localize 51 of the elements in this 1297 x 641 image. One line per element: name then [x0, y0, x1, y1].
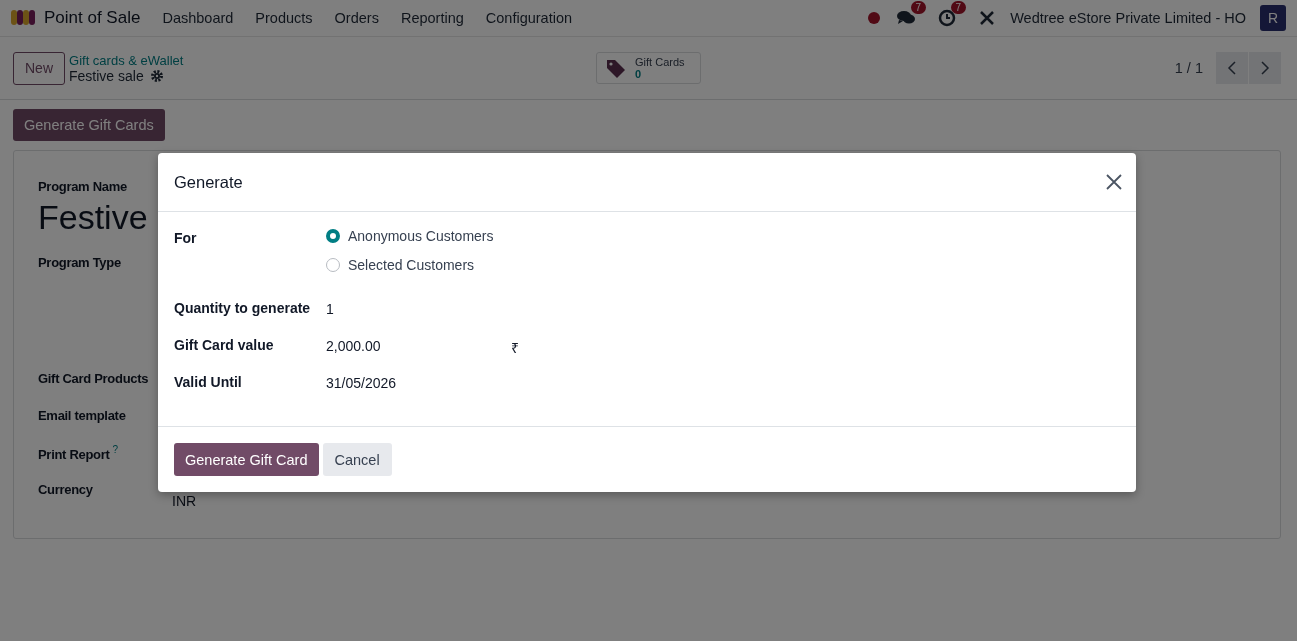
gift-cards-smart-button[interactable]: Gift Cards 0: [596, 52, 701, 84]
count-badge: 7: [910, 1, 927, 14]
menu-item[interactable]: Products: [255, 10, 313, 26]
breadcrumb-link[interactable]: Gift cards & eWallet: [69, 52, 596, 68]
field-value[interactable]: 31/05/2026: [326, 372, 511, 409]
radio-icon[interactable]: [326, 229, 340, 243]
help-icon[interactable]: ?: [112, 444, 119, 455]
settings-icon[interactable]: [150, 69, 163, 82]
generate-gift-cards-button[interactable]: Generate Gift Cards: [13, 109, 165, 141]
close-icon: [1106, 174, 1122, 190]
field-label: Print Report: [38, 446, 110, 462]
field-label: Valid Until: [174, 373, 243, 392]
smart-button-label: Gift Cards: [635, 56, 685, 68]
currency-symbol: ₹: [511, 339, 519, 358]
close-button[interactable]: [1106, 174, 1122, 190]
menu-item[interactable]: Orders: [334, 10, 379, 26]
user-avatar[interactable]: R: [1260, 5, 1286, 31]
field-label: Gift Card value: [174, 336, 275, 355]
field-label: Gift Card Products: [38, 371, 149, 386]
field-label: Quantity to generate: [174, 299, 312, 318]
menu-item[interactable]: Dashboard: [162, 10, 234, 26]
status-dot-icon: [868, 12, 881, 24]
field-value: INR: [172, 492, 197, 509]
chevron-right-icon: [1260, 60, 1270, 76]
field-value[interactable]: 1: [326, 298, 511, 335]
field-value[interactable]: 2,000.00: [326, 335, 511, 372]
field-label: Email template: [38, 408, 126, 423]
app-name[interactable]: Point of Sale: [44, 8, 141, 28]
field-label: Program Name: [38, 179, 127, 194]
smart-button-count: 0: [635, 68, 643, 80]
menu-item[interactable]: Reporting: [400, 10, 464, 26]
cancel-button[interactable]: Cancel: [322, 443, 392, 476]
radio-option[interactable]: Anonymous Customers: [326, 228, 494, 244]
pager-value: 1 / 1: [1174, 60, 1203, 76]
field-label: Currency: [38, 482, 93, 497]
radio-icon[interactable]: [326, 258, 340, 272]
chevron-left-icon: [1227, 60, 1237, 76]
generate-gift-card-button[interactable]: Generate Gift Card: [174, 443, 319, 476]
field-label: For: [174, 229, 198, 248]
chat-icon[interactable]: [896, 9, 917, 27]
record-name: Festive sale: [69, 67, 144, 84]
logo-icon: [10, 8, 36, 28]
count-badge: 7: [950, 1, 967, 14]
clock-icon[interactable]: [938, 9, 957, 27]
radio-option[interactable]: Selected Customers: [326, 257, 494, 273]
menu-item[interactable]: Configuration: [485, 10, 573, 26]
new-button[interactable]: New: [13, 51, 65, 85]
company-name[interactable]: Wedtree eStore Private Limited - HO: [1010, 10, 1246, 26]
program-name: Festive: [38, 198, 148, 237]
dialog-title: Generate: [174, 172, 243, 192]
field-label: Program Type: [38, 255, 121, 270]
